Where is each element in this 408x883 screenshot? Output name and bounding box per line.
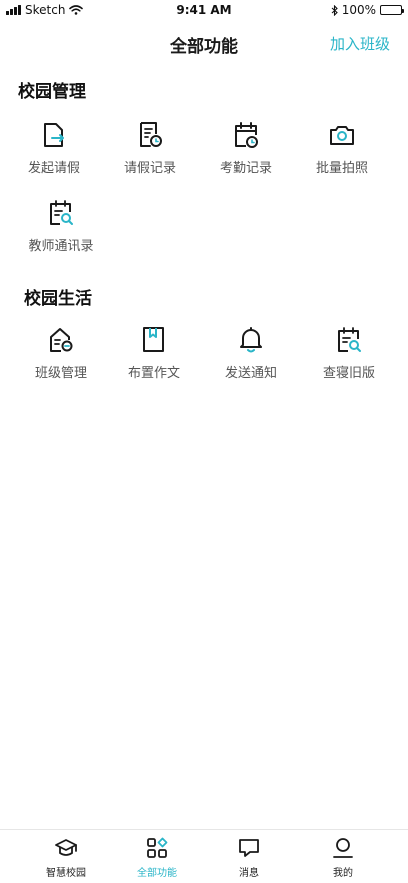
book-icon [143, 327, 164, 352]
calendar-search-icon [50, 200, 73, 225]
grid-item-label: 布置作文 [127, 366, 180, 381]
user-icon [333, 838, 353, 858]
bluetooth-icon [331, 4, 338, 16]
tab-mine[interactable]: 我的 [292, 830, 394, 883]
calendar-clock-icon [235, 122, 258, 148]
grid-icon [147, 837, 168, 858]
graduation-cap-icon [55, 839, 77, 856]
grid-item-label: 发起请假 [27, 161, 80, 176]
grid-item-teacher-contacts[interactable]: 教师通讯录 [13, 199, 109, 261]
class-house-icon [50, 328, 73, 352]
section-title-campus-management: 校园管理 [18, 82, 86, 102]
grid-item-start-leave[interactable]: 发起请假 [6, 121, 102, 183]
record-clock-icon [140, 122, 162, 147]
grid-item-label: 班级管理 [34, 366, 87, 381]
grid-item-leave-records[interactable]: 请假记录 [102, 121, 198, 183]
grid-item-label: 请假记录 [123, 161, 176, 176]
grid-item-label: 教师通讯录 [28, 239, 94, 254]
bell-icon [240, 327, 262, 353]
grid-item-class-management[interactable]: 班级管理 [13, 326, 109, 388]
tab-all-functions[interactable]: 全部功能 [106, 830, 208, 883]
join-class-button[interactable]: 加入班级 [330, 33, 390, 54]
battery-icon [380, 5, 404, 15]
grid-item-label: 考勤记录 [219, 161, 272, 176]
document-arrow-icon [44, 123, 64, 147]
grid-item-send-notice[interactable]: 发送通知 [203, 326, 299, 388]
tab-bar: 智慧校园 全部功能 消息 我的 [0, 829, 408, 883]
camera-icon [330, 126, 354, 145]
section-title-campus-life: 校园生活 [24, 289, 92, 309]
calendar-search-icon [338, 327, 361, 352]
grid-item-label: 批量拍照 [315, 161, 368, 176]
grid-item-label: 发送通知 [224, 366, 277, 381]
grid-item-batch-photo[interactable]: 批量拍照 [294, 121, 390, 183]
tab-label: 全部功能 [137, 868, 177, 879]
message-icon [239, 839, 259, 857]
tab-messages[interactable]: 消息 [198, 830, 300, 883]
grid-item-dorm-check-legacy[interactable]: 查寝旧版 [301, 326, 397, 388]
status-right: 100% [331, 3, 404, 17]
nav-bar: 全部功能 加入班级 [0, 20, 408, 64]
grid-item-label: 查寝旧版 [322, 366, 375, 381]
tab-label: 消息 [239, 868, 259, 879]
tab-smart-campus[interactable]: 智慧校园 [15, 830, 117, 883]
grid-item-attendance-records[interactable]: 考勤记录 [198, 121, 294, 183]
battery-percent: 100% [341, 3, 376, 17]
tab-label: 智慧校园 [46, 868, 86, 879]
tab-label: 我的 [333, 868, 353, 879]
status-bar: Sketch 9:41 AM 100% [0, 0, 408, 20]
grid-item-assign-essay[interactable]: 布置作文 [106, 326, 202, 388]
